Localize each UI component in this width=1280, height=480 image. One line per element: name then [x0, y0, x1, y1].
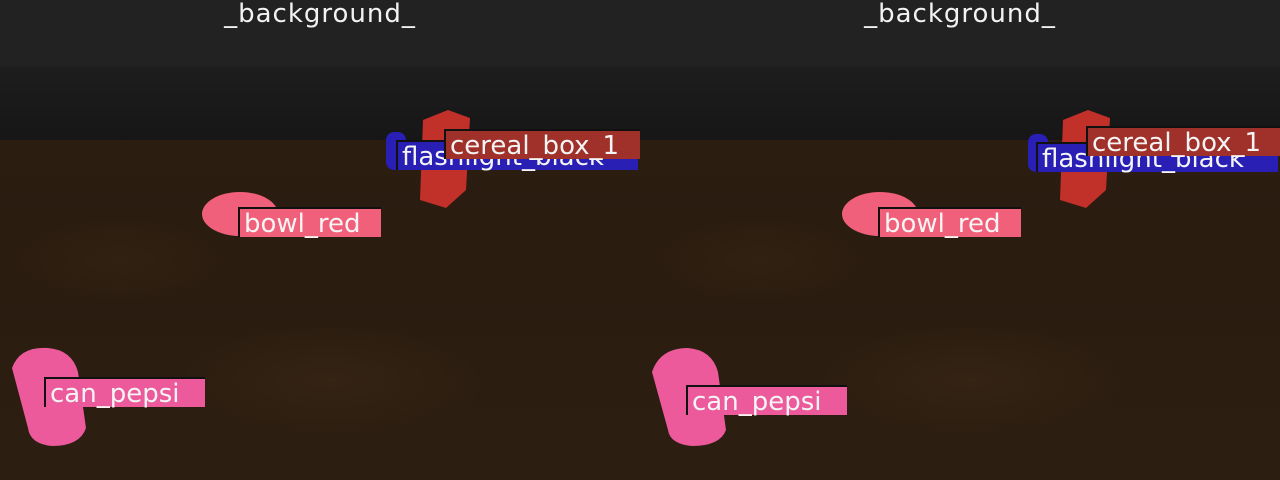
- tag-cereal-box: cereal_box_1: [444, 129, 640, 161]
- tag-cereal-box: cereal_box_1: [1086, 126, 1280, 158]
- background-label: _background_: [224, 0, 416, 29]
- left-segmentation-panel: _background_ flashlight_black cereal_box…: [0, 0, 640, 480]
- tag-can: can_pepsi: [686, 385, 847, 417]
- tag-bowl: bowl_red: [878, 207, 1021, 239]
- background-label: _background_: [864, 0, 1056, 29]
- tag-can: can_pepsi: [44, 377, 205, 409]
- right-segmentation-panel: _background_ flashlight_black cereal_box…: [640, 0, 1280, 480]
- tag-bowl: bowl_red: [238, 207, 381, 239]
